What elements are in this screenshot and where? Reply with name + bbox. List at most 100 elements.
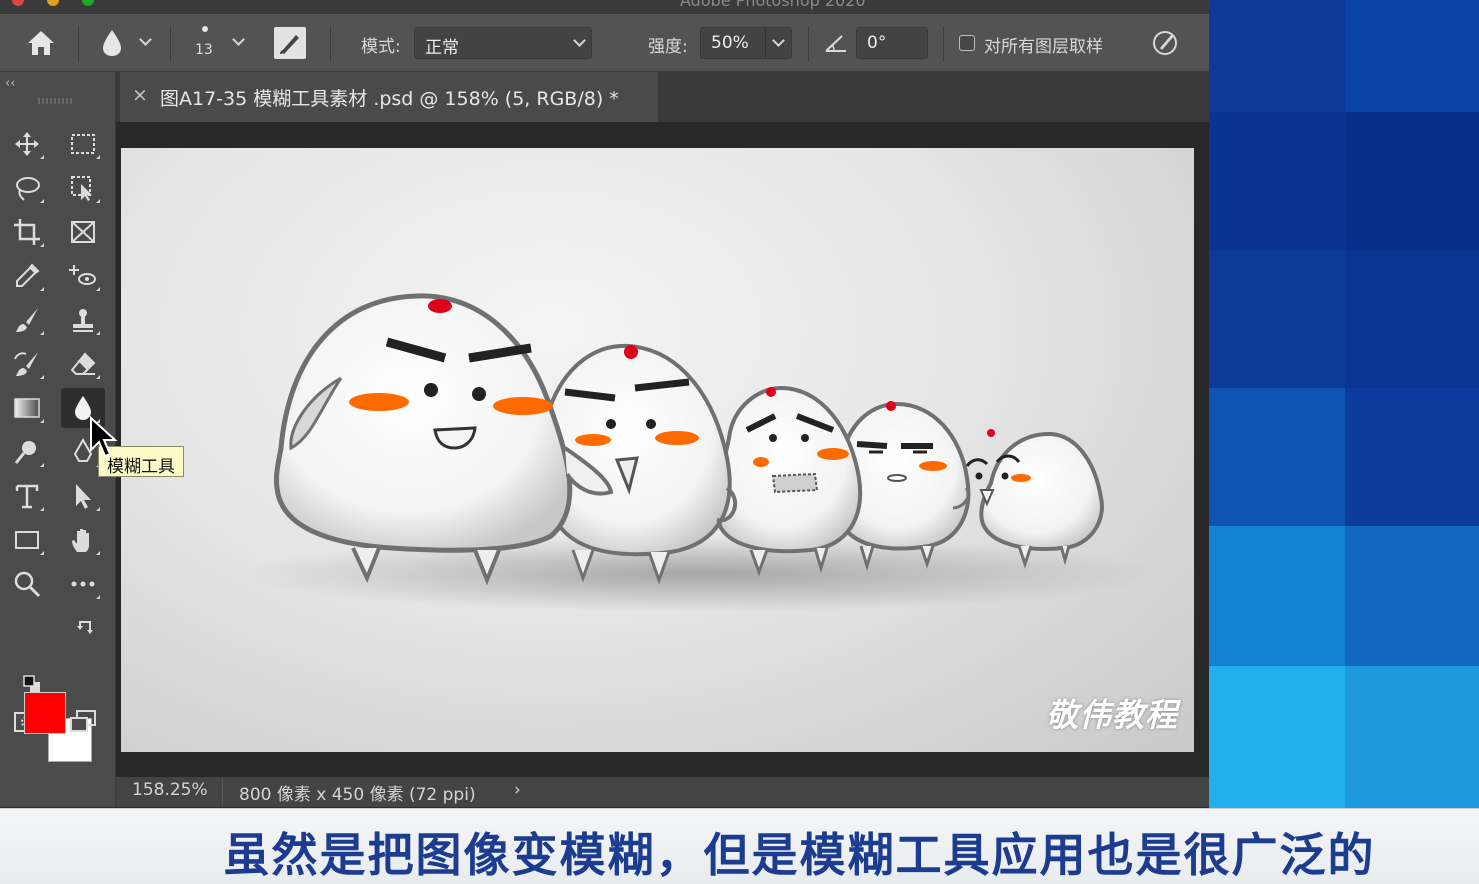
stamp-icon — [73, 309, 93, 332]
crop-icon — [14, 219, 40, 245]
mode-value: 正常 — [425, 38, 459, 58]
gradient-tool[interactable] — [5, 388, 49, 428]
background-blue-pattern — [1209, 0, 1479, 812]
default-colors-icon — [23, 675, 40, 692]
canvas-workarea[interactable]: 敬伟教程 — [116, 122, 1209, 777]
eraser-icon — [70, 352, 96, 375]
swap-arrows-icon — [77, 621, 93, 634]
home-icon — [28, 31, 54, 55]
marquee-tool[interactable] — [61, 124, 105, 164]
brush-size-value: 13 — [195, 42, 213, 58]
healing-brush-tool[interactable] — [61, 256, 105, 296]
path-selection-icon — [76, 484, 91, 509]
sample-all-layers-checkbox[interactable] — [959, 35, 975, 51]
lasso-icon — [16, 177, 40, 201]
strength-label: 强度: — [648, 37, 688, 57]
mode-label: 模式: — [361, 37, 401, 57]
move-tool[interactable] — [5, 124, 49, 164]
screen-mode-button[interactable] — [61, 702, 105, 742]
frame-tool[interactable] — [61, 212, 105, 252]
status-bar: 158.25% 800 像素 x 450 像素 (72 ppi) › — [116, 777, 1209, 807]
hand-tool[interactable] — [61, 520, 105, 560]
crop-tool[interactable] — [5, 212, 49, 252]
gradient-icon — [14, 398, 40, 418]
sample-all-layers-label: 对所有图层取样 — [984, 37, 1103, 57]
zoom-icon — [14, 571, 41, 598]
history-brush-icon — [14, 352, 38, 376]
chevron-down-icon — [232, 33, 245, 46]
close-tab-icon[interactable]: × — [132, 84, 148, 106]
home-button[interactable] — [24, 26, 58, 60]
object-selection-tool[interactable] — [61, 168, 105, 208]
tool-preset-picker[interactable] — [98, 26, 158, 60]
character-artwork — [241, 293, 1161, 612]
zoom-level[interactable]: 158.25% — [132, 780, 208, 800]
brush-settings-toggle[interactable] — [274, 27, 306, 59]
document-canvas[interactable]: 敬伟教程 — [121, 148, 1194, 752]
screen-mode-icon — [70, 710, 96, 732]
brush-settings-icon — [280, 35, 299, 54]
status-menu-button[interactable]: › — [514, 780, 521, 800]
subtitle-text: 虽然是把图像变模糊，但是模糊工具应用也是很广泛的 — [223, 828, 1376, 882]
clone-stamp-tool[interactable] — [61, 300, 105, 340]
mouse-cursor-icon — [90, 416, 118, 458]
chevron-down-icon — [573, 34, 586, 47]
close-window-button[interactable] — [12, 0, 24, 6]
swap-colors-button[interactable] — [76, 618, 96, 638]
rectangle-tool[interactable] — [5, 520, 49, 560]
document-tab-strip: × 图A17-35 模糊工具素材 .psd @ 158% (5, RGB/8) … — [116, 72, 1209, 122]
angle-icon — [824, 32, 848, 54]
options-bar: 13 模式: 正常 强度: 50% 0° 对所有图层取样 — [0, 14, 1209, 72]
object-selection-icon — [71, 176, 92, 201]
eraser-tool[interactable] — [61, 344, 105, 384]
document-dimensions: 800 像素 x 450 像素 (72 ppi) — [239, 785, 476, 805]
brush-dot-icon — [202, 26, 208, 32]
angle-input[interactable]: 0° — [856, 27, 928, 59]
document-tab[interactable]: × 图A17-35 模糊工具素材 .psd @ 158% (5, RGB/8) … — [120, 72, 658, 122]
app-title: Adobe Photoshop 2020 — [680, 0, 866, 10]
zoom-window-button[interactable] — [82, 0, 94, 6]
chevron-down-icon — [139, 33, 152, 46]
frame-icon — [71, 221, 95, 243]
brush-size-picker[interactable]: 13 — [186, 22, 250, 66]
type-icon — [15, 484, 39, 509]
rectangle-icon — [15, 531, 39, 549]
angle-value: 0° — [867, 33, 887, 53]
healing-icon — [69, 265, 96, 285]
subtitle-bar: 虽然是把图像变模糊，但是模糊工具应用也是很广泛的 — [0, 808, 1479, 884]
strength-input[interactable]: 50% — [700, 27, 792, 59]
marquee-icon — [71, 134, 95, 154]
blur-drop-icon — [103, 30, 121, 56]
foreground-color-swatch[interactable] — [24, 692, 66, 734]
title-bar: Adobe Photoshop 2020 — [0, 0, 1209, 14]
pressure-button[interactable] — [1148, 26, 1182, 60]
brush-tool[interactable] — [5, 300, 49, 340]
minimize-window-button[interactable] — [47, 0, 59, 6]
collapse-panel-button[interactable]: ‹‹ — [5, 76, 15, 91]
zoom-tool[interactable] — [5, 564, 49, 604]
document-tab-title: 图A17-35 模糊工具素材 .psd @ 158% (5, RGB/8) * — [160, 88, 619, 110]
brush-icon — [16, 308, 38, 332]
watermark: 敬伟教程 — [1045, 696, 1178, 734]
strength-value: 50% — [711, 33, 749, 53]
dodge-icon — [14, 441, 36, 464]
lasso-tool[interactable] — [5, 168, 49, 208]
hand-icon — [72, 529, 89, 552]
path-selection-tool[interactable] — [61, 476, 105, 516]
pressure-icon — [1153, 31, 1177, 55]
type-tool[interactable] — [5, 476, 49, 516]
eyedropper-icon — [16, 263, 40, 287]
character-5 — [965, 429, 1104, 569]
chevron-down-icon — [772, 34, 785, 47]
move-icon — [15, 132, 39, 156]
more-tools-button[interactable] — [61, 564, 105, 604]
default-colors-button[interactable] — [22, 674, 42, 694]
dodge-tool[interactable] — [5, 432, 49, 472]
character-1 — [274, 293, 614, 586]
mode-select[interactable]: 正常 — [414, 27, 592, 59]
photoshop-window: Adobe Photoshop 2020 13 模式: 正常 强度: 50% 0… — [0, 0, 1479, 884]
eyedropper-tool[interactable] — [5, 256, 49, 296]
ellipsis-icon — [71, 581, 95, 587]
toolbox-grip[interactable] — [38, 98, 72, 104]
history-brush-tool[interactable] — [5, 344, 49, 384]
